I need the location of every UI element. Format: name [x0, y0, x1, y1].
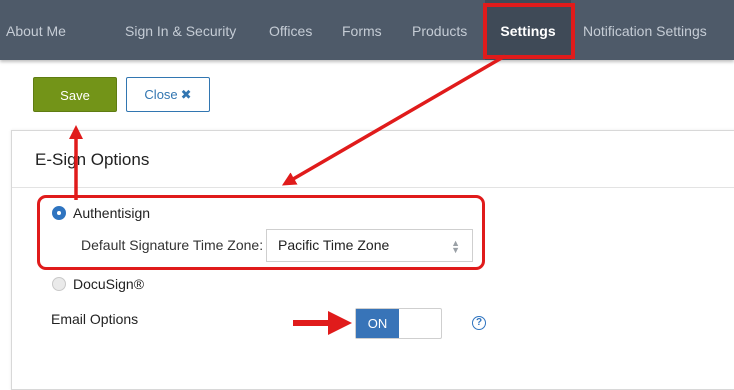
save-button[interactable]: Save	[33, 77, 117, 112]
authentisign-radio[interactable]	[52, 206, 66, 220]
nav-tab-notification-settings[interactable]: Notification Settings	[583, 0, 707, 60]
nav-tab-products[interactable]: Products	[412, 0, 467, 60]
email-options-toggle[interactable]: ON	[355, 308, 442, 339]
email-options-label: Email Options	[51, 311, 139, 327]
timezone-label: Default Signature Time Zone:	[81, 237, 264, 253]
help-icon[interactable]: ?	[472, 316, 486, 330]
panel-divider	[12, 187, 734, 188]
close-button-label: Close	[144, 87, 178, 102]
docusign-radio[interactable]	[52, 277, 66, 291]
authentisign-label: Authentisign	[73, 205, 151, 221]
top-nav: About Me Sign In & Security Offices Form…	[0, 0, 734, 60]
nav-tab-forms[interactable]: Forms	[342, 0, 382, 60]
toggle-on-label: ON	[356, 309, 399, 338]
close-icon: ✖	[180, 87, 192, 102]
panel-title: E-Sign Options	[35, 150, 150, 169]
nav-tab-sign-in-security[interactable]: Sign In & Security	[125, 0, 236, 60]
close-button[interactable]: Close ✖	[126, 77, 210, 112]
nav-tab-about-me[interactable]: About Me	[6, 0, 66, 60]
select-arrows-icon: ▲ ▼	[451, 238, 460, 255]
timezone-value: Pacific Time Zone	[278, 237, 390, 253]
docusign-label: DocuSign®	[73, 276, 145, 292]
nav-tab-settings[interactable]: Settings	[485, 0, 571, 60]
nav-tab-offices[interactable]: Offices	[269, 0, 312, 60]
timezone-select[interactable]: Pacific Time Zone ▲ ▼	[266, 229, 473, 262]
